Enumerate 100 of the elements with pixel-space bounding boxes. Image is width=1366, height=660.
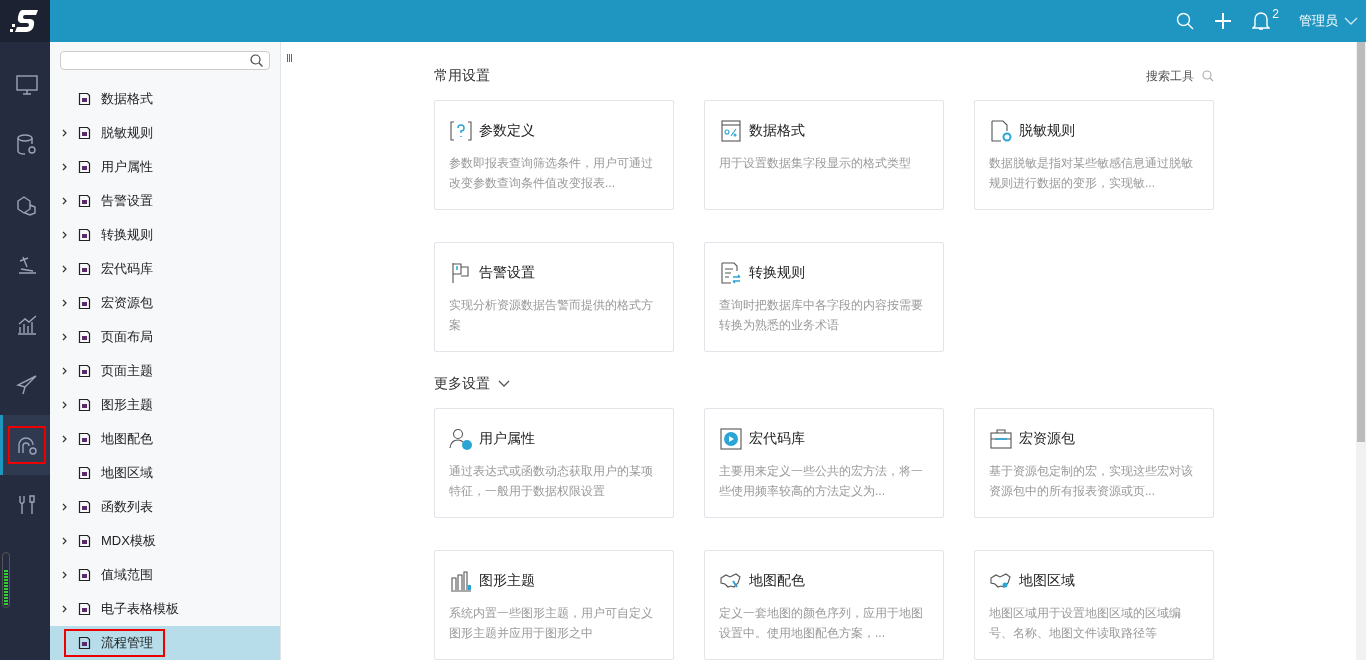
settings-card[interactable]: 参数定义 参数即报表查询筛选条件，用户可通过改变参数查询条件值改变报表... [434, 100, 674, 210]
settings-card[interactable]: 转换规则 查询时把数据库中各字段的内容按需要转换为熟悉的业务术语 [704, 242, 944, 352]
card-title: 告警设置 [479, 264, 535, 282]
card-description: 参数即报表查询筛选条件，用户可通过改变参数查询条件值改变报表... [449, 155, 653, 192]
tree-item[interactable]: 用户属性 [50, 150, 280, 184]
tree-item-label: 页面主题 [101, 362, 153, 380]
card-title: 转换规则 [749, 264, 805, 282]
card-description: 主要用来定义一些公共的宏方法，将一些使用频率较高的方法定义为... [719, 463, 923, 500]
card-title: 宏代码库 [749, 430, 805, 448]
card-title: 地图区域 [1019, 572, 1075, 590]
tree-item[interactable]: 地图区域 [50, 456, 280, 490]
tree-item[interactable]: 流程管理 [50, 626, 280, 660]
card-title: 地图配色 [749, 572, 805, 590]
tree-item[interactable]: 脱敏规则 [50, 116, 280, 150]
tree-item-label: 地图区域 [101, 464, 153, 482]
macro-icon [719, 427, 743, 451]
card-description: 基于资源包定制的宏，实现这些宏对该资源包中的所有报表资源或页... [989, 463, 1193, 500]
card-title: 用户属性 [479, 430, 535, 448]
tree-item-label: 数据格式 [101, 90, 153, 108]
card-title: 脱敏规则 [1019, 122, 1075, 140]
tree-item-label: 地图配色 [101, 430, 153, 448]
chevron-icon [1344, 17, 1358, 25]
tree-item[interactable]: 页面布局 [50, 320, 280, 354]
settings-card[interactable]: 告警设置 实现分析资源数据告警而提供的格式方案 [434, 242, 674, 352]
plane-icon [14, 373, 39, 397]
param-icon [449, 119, 473, 143]
card-description: 地图区域用于设置地图区域的区域编号、名称、地图文件读取路径等 [989, 605, 1182, 642]
tree-item[interactable]: 页面主题 [50, 354, 280, 388]
document-icon [78, 568, 91, 582]
card-title: 宏资源包 [1019, 430, 1075, 448]
card-description: 系统内置一些图形主题，用户可自定义图形主题并应用于图形之中 [449, 605, 653, 642]
settings-card[interactable]: 宏资源包 基于资源包定制的宏，实现这些宏对该资源包中的所有报表资源或页... [974, 408, 1214, 518]
tree-item[interactable]: MDX模板 [50, 524, 280, 558]
settings-card[interactable]: 宏代码库 主要用来定义一些公共的宏方法，将一些使用频率较高的方法定义为... [704, 408, 944, 518]
charttheme-icon [449, 569, 473, 593]
tree-item[interactable]: 图形主题 [50, 388, 280, 422]
tree-item[interactable]: 电子表格模板 [50, 592, 280, 626]
tree-item-label: 流程管理 [101, 634, 153, 652]
package-icon [989, 427, 1013, 451]
bell-icon[interactable] [1252, 11, 1271, 31]
scrollbar[interactable] [1356, 42, 1366, 660]
notification-count: 2 [1272, 7, 1279, 21]
card-title: 参数定义 [479, 122, 535, 140]
tree-item-label: 脱敏规则 [101, 124, 153, 142]
card-description: 用于设置数据集字段显示的格式类型 [719, 155, 912, 172]
document-icon [78, 534, 91, 548]
document-icon [78, 160, 91, 174]
chevron-icon[interactable] [498, 380, 510, 388]
database-icon [14, 133, 39, 157]
mask-icon [989, 119, 1013, 143]
settings-card[interactable]: 地图配色 定义一套地图的颜色序列，应用于地图设置中。使用地图配色方案，... [704, 550, 944, 660]
document-icon [78, 92, 91, 106]
user-icon [449, 427, 473, 451]
document-icon [78, 262, 91, 276]
search-tool-link[interactable]: 搜索工具 [1146, 67, 1194, 85]
search-icon[interactable] [1176, 12, 1195, 30]
card-description: 查询时把数据库中各字段的内容按需要转换为熟悉的业务术语 [719, 297, 923, 334]
tree-item-label: 宏资源包 [101, 294, 153, 312]
document-icon [78, 432, 91, 446]
tree-item-label: 宏代码库 [101, 260, 153, 278]
document-icon [78, 126, 91, 140]
card-title: 图形主题 [479, 572, 535, 590]
settings-card[interactable]: 数据格式 用于设置数据集字段显示的格式类型 [704, 100, 944, 210]
tree-item[interactable]: 宏代码库 [50, 252, 280, 286]
document-icon [78, 194, 91, 208]
tree-item[interactable]: 地图配色 [50, 422, 280, 456]
document-icon [78, 330, 91, 344]
format-icon [719, 119, 743, 143]
search-icon [250, 54, 263, 67]
tree-item-label: MDX模板 [101, 532, 156, 550]
tree-item[interactable]: 值域范围 [50, 558, 280, 592]
tree-item[interactable]: 转换规则 [50, 218, 280, 252]
search-field[interactable] [60, 51, 270, 70]
document-icon [78, 228, 91, 242]
drag-handle-icon[interactable] [287, 54, 292, 62]
tree-item-label: 电子表格模板 [101, 600, 179, 618]
tree-item[interactable]: 宏资源包 [50, 286, 280, 320]
document-icon [78, 636, 91, 650]
document-icon [78, 466, 91, 480]
monitor-icon [14, 73, 39, 97]
add-icon[interactable] [1214, 12, 1233, 30]
card-description: 通过表达式或函数动态获取用户的某项特征，一般用于数据权限设置 [449, 463, 653, 500]
tree-item[interactable]: 告警设置 [50, 184, 280, 218]
search-icon[interactable] [1202, 70, 1214, 82]
document-icon [78, 602, 91, 616]
settings-card[interactable]: 地图区域 地图区域用于设置地图区域的区域编号、名称、地图文件读取路径等 [974, 550, 1214, 660]
tree-item[interactable]: 数据格式 [50, 82, 280, 116]
scrollbar-thumb[interactable] [1357, 42, 1365, 442]
settings-card[interactable]: 图形主题 系统内置一些图形主题，用户可自定义图形主题并应用于图形之中 [434, 550, 674, 660]
tree-item-label: 函数列表 [101, 498, 153, 516]
settings-card[interactable]: 用户属性 通过表达式或函数动态获取用户的某项特征，一般用于数据权限设置 [434, 408, 674, 518]
tree-item-label: 告警设置 [101, 192, 153, 210]
settings-card[interactable]: 脱敏规则 数据脱敏是指对某些敏感信息通过脱敏规则进行数据的变形，实现敏... [974, 100, 1214, 210]
section-title: 常用设置 [434, 67, 490, 85]
card-description: 定义一套地图的颜色序列，应用于地图设置中。使用地图配色方案，... [719, 605, 923, 642]
document-icon [78, 398, 91, 412]
tree-item[interactable]: 函数列表 [50, 490, 280, 524]
document-icon [78, 364, 91, 378]
tree-item-label: 页面布局 [101, 328, 153, 346]
convert-icon [719, 261, 743, 285]
